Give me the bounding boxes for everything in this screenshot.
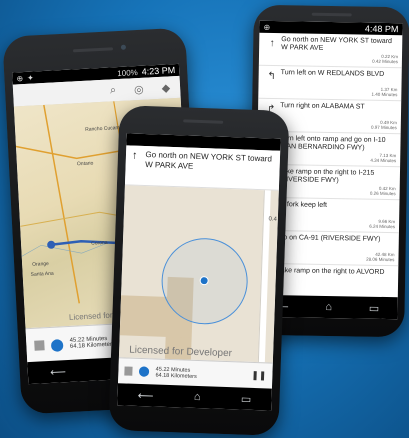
middle-phone: ↑ Go north on NEW YORK ST toward W PARK … [108, 105, 290, 436]
straight-arrow-icon: ↑ [269, 37, 275, 50]
search-icon[interactable]: ⌕ [110, 84, 117, 97]
direction-time: 1.40 Minutes [371, 92, 398, 98]
recents-icon[interactable]: ▭ [369, 301, 380, 314]
battery-label: 100% [117, 67, 138, 78]
direction-row[interactable]: ↰ Turn left on W REDLANDS BLVD 1.37 Km 1.40… [258, 65, 402, 102]
status-time: 4:48 PM [364, 23, 399, 35]
direction-row[interactable]: ↑ Go north on NEW YORK ST toward W PARK A… [258, 32, 403, 69]
status-time: 4:23 PM [141, 65, 176, 77]
location-pin-icon[interactable]: ⬤ [138, 366, 150, 377]
layers-icon[interactable] [124, 366, 133, 376]
direction-time: 0.26 Minutes [369, 191, 396, 197]
turn-left-icon: ↰ [267, 70, 276, 83]
direction-time: 0.42 Minutes [372, 59, 398, 65]
svg-text:Corona: Corona [91, 240, 108, 247]
svg-text:Santa Ana: Santa Ana [31, 271, 55, 278]
direction-time: 6.24 Minutes [369, 224, 396, 230]
speaker [183, 119, 224, 124]
home-icon[interactable]: ⌂ [194, 391, 201, 403]
recents-icon[interactable]: ▭ [241, 392, 252, 405]
navigation-map[interactable]: 0.4 [118, 185, 279, 368]
route-distance: 64.18 Kilometers [155, 372, 197, 380]
instruction-text: Go north on NEW YORK ST toward W PARK AV… [145, 150, 273, 171]
speaker [311, 12, 352, 17]
notification-icon: ⊕ [263, 22, 271, 32]
direction-distance: 1.37 Km [380, 86, 398, 92]
back-icon[interactable]: ⟵ [138, 388, 154, 402]
android-nav-bar: ⟵ ⌂ ▭ [117, 383, 272, 411]
direction-text: Turn left on W REDLANDS BLVD [280, 69, 385, 78]
direction-text: Turn left onto ramp and go on I-10 (SAN … [279, 135, 386, 153]
notification-icon: ⊕ [16, 73, 24, 83]
back-icon[interactable]: ⟵ [50, 365, 66, 379]
direction-distance: 0.49 Km [380, 119, 397, 125]
direction-time: 4.34 Minutes [370, 158, 397, 164]
direction-distance: 42.48 Km [375, 251, 395, 257]
direction-time: 28.06 Minutes [366, 257, 395, 263]
svg-text:Orange: Orange [32, 261, 49, 268]
direction-distance: 0.22 Km [381, 53, 399, 59]
current-instruction: ↑ Go north on NEW YORK ST toward W PARK … [124, 145, 281, 191]
target-icon[interactable]: ◎ [134, 82, 144, 95]
home-icon[interactable]: ⌂ [325, 301, 332, 313]
side-value: 0.4 [268, 216, 277, 223]
direction-text: Go on CA-91 (RIVERSIDE FWY) [277, 234, 381, 243]
middle-phone-screen: ↑ Go north on NEW YORK ST toward W PARK … [117, 133, 281, 411]
direction-distance: 9.66 Km [378, 218, 396, 224]
navigate-icon[interactable]: ◆ [161, 81, 170, 94]
signal-icon: ✦ [26, 72, 35, 83]
layers-icon[interactable] [34, 339, 45, 351]
direction-text: Take ramp on the right to I-215 (RIVERSI… [278, 168, 375, 185]
direction-time: 0.97 Minutes [370, 125, 397, 131]
svg-text:Ontario: Ontario [77, 160, 94, 167]
straight-arrow-icon: ↑ [131, 149, 138, 162]
direction-text: Turn right on ALABAMA ST [280, 102, 365, 111]
route-distance: 64.18 Kilometers [69, 341, 116, 350]
direction-distance: 7.13 Km [379, 152, 397, 158]
front-camera [120, 44, 127, 50]
direction-text: Take ramp on the right to ALVORD [277, 267, 385, 276]
direction-distance: 0.42 Km [378, 185, 396, 191]
pause-icon[interactable]: ❚❚ [251, 370, 266, 382]
speaker [72, 47, 114, 53]
location-pin-icon[interactable]: ⬤ [50, 337, 64, 352]
direction-text: Go north on NEW YORK ST toward W PARK AV… [281, 36, 392, 53]
